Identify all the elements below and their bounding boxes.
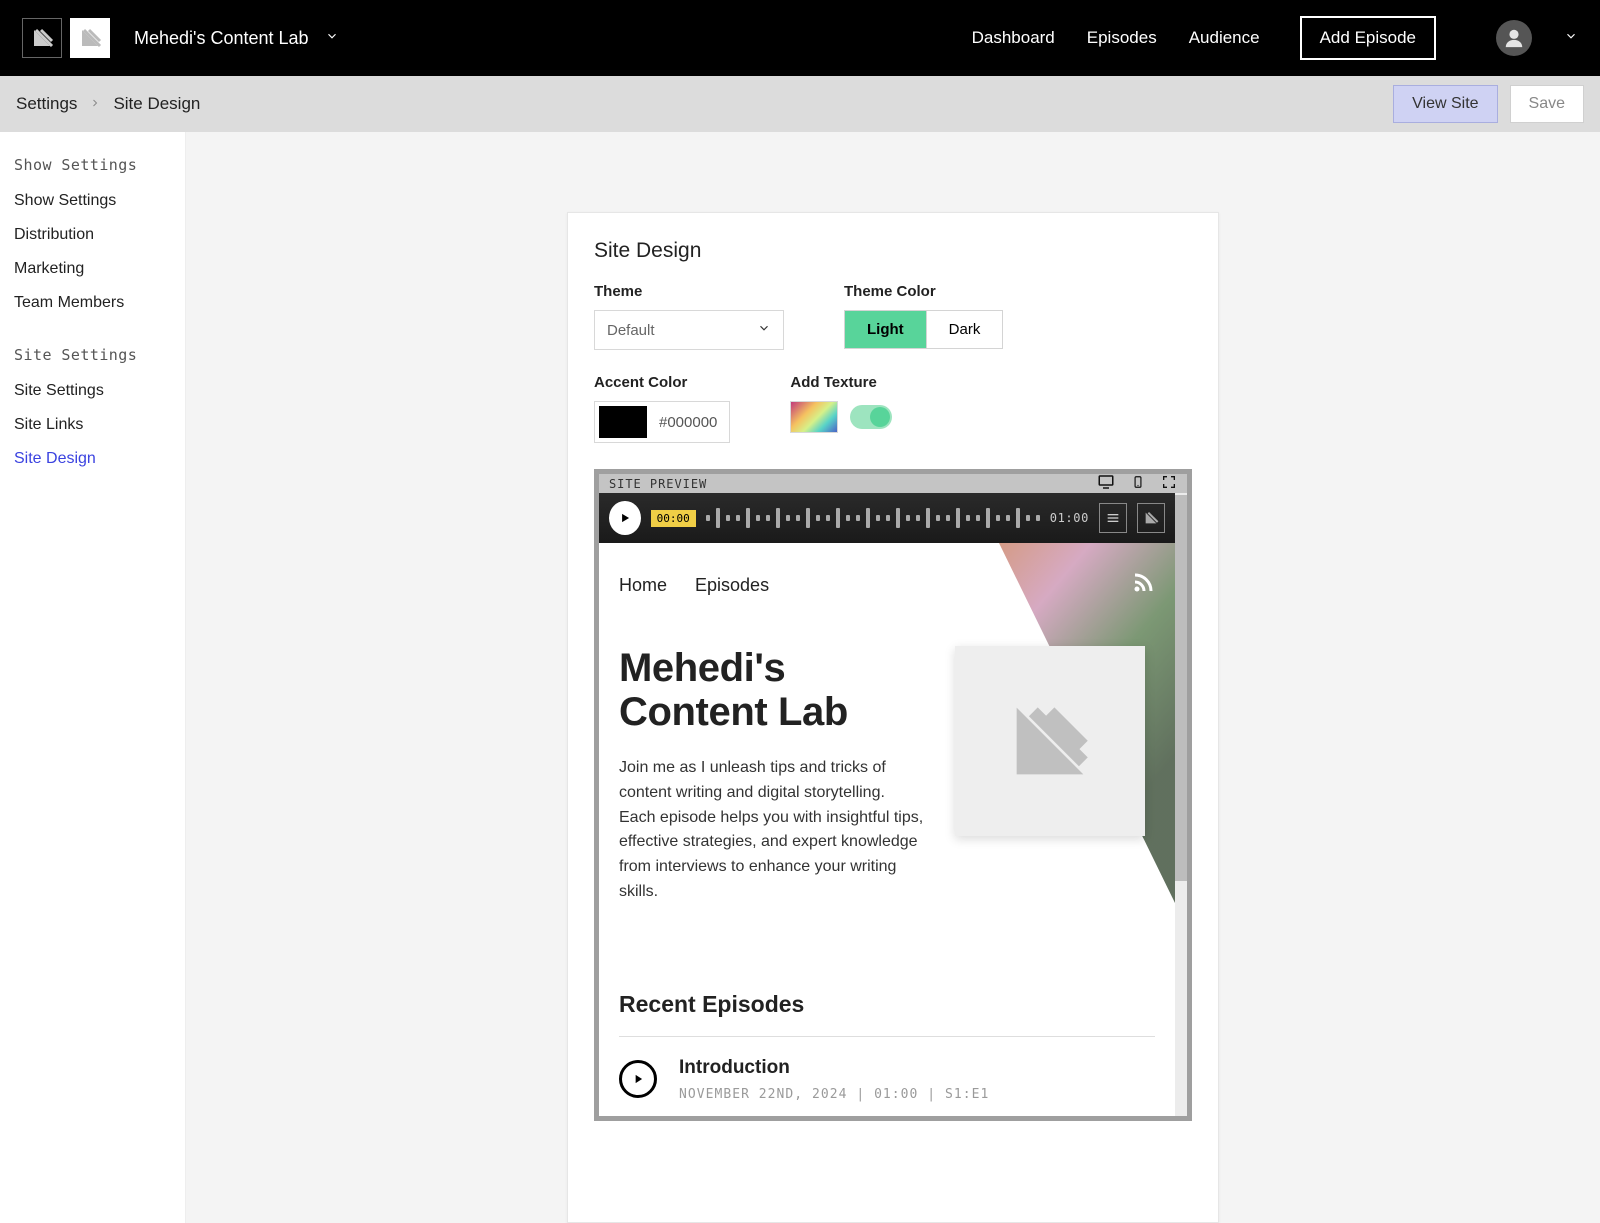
desktop-icon[interactable] [1097,473,1115,494]
sidebar-item-distribution[interactable]: Distribution [14,218,171,252]
sidebar-section-show: Show Settings [14,156,171,174]
theme-color-toggle: Light Dark [844,310,1003,349]
theme-label: Theme [594,283,784,300]
chevron-right-icon [89,94,101,114]
waveform[interactable] [706,506,1040,530]
episode-play-icon[interactable] [619,1060,657,1098]
player-duration: 01:00 [1050,511,1089,525]
play-button[interactable] [609,501,641,535]
preview-nav-home[interactable]: Home [619,575,667,596]
fullscreen-icon[interactable] [1161,474,1177,493]
preview-header: SITE PREVIEW [599,469,1187,493]
site-title: Mehedi's Content Lab [134,28,309,49]
preview-label: SITE PREVIEW [609,477,707,491]
add-episode-button[interactable]: Add Episode [1300,16,1436,60]
logo-icon[interactable] [22,18,62,58]
episode-row[interactable]: Introduction NOVEMBER 22ND, 2024 | 01:00… [619,1036,1155,1116]
save-button[interactable]: Save [1510,85,1584,123]
playlist-menu-icon[interactable] [1099,503,1127,533]
preview-body: 00:00 01:00 [599,493,1187,1116]
breadcrumb-parent[interactable]: Settings [16,94,77,114]
breadcrumb-current: Site Design [113,94,200,114]
player-current-time: 00:00 [651,510,696,527]
sidebar-item-marketing[interactable]: Marketing [14,252,171,286]
site-design-card: Site Design Theme Default Theme Color Li… [567,212,1219,1223]
preview-hero-description: Join me as I unleash tips and tricks of … [619,756,925,905]
nav-audience[interactable]: Audience [1189,28,1260,48]
view-site-button[interactable]: View Site [1393,85,1497,123]
chevron-down-icon [757,321,771,339]
preview-artwork [955,646,1145,836]
theme-color-dark[interactable]: Dark [927,311,1003,348]
theme-select[interactable]: Default [594,310,784,350]
top-nav: Dashboard Episodes Audience Add Episode [972,16,1578,60]
audio-player-bar: 00:00 01:00 [599,493,1175,543]
texture-toggle[interactable] [850,405,892,429]
sidebar-item-team-members[interactable]: Team Members [14,286,171,320]
rss-icon[interactable] [1131,571,1155,600]
sidebar-item-show-settings[interactable]: Show Settings [14,184,171,218]
nav-dashboard[interactable]: Dashboard [972,28,1055,48]
mobile-icon[interactable] [1131,473,1145,494]
sidebar: Show Settings Show Settings Distribution… [0,132,186,1223]
episode-title: Introduction [679,1057,989,1079]
sidebar-item-site-settings[interactable]: Site Settings [14,374,171,408]
theme-color-light[interactable]: Light [845,311,927,348]
nav-episodes[interactable]: Episodes [1087,28,1157,48]
theme-value: Default [607,322,655,339]
preview-site-nav: Home Episodes [599,543,1175,610]
texture-label: Add Texture [790,374,892,391]
preview-scrollbar[interactable] [1175,493,1187,1116]
chevron-down-icon[interactable] [1564,28,1578,48]
theme-color-label: Theme Color [844,283,1003,300]
card-title: Site Design [594,239,1192,263]
preview-nav-episodes[interactable]: Episodes [695,575,769,596]
accent-color-picker[interactable]: #000000 [594,401,730,443]
color-hex: #000000 [659,414,725,431]
top-bar: Mehedi's Content Lab Dashboard Episodes … [0,0,1600,76]
avatar[interactable] [1496,20,1532,56]
episode-meta: NOVEMBER 22ND, 2024 | 01:00 | S1:E1 [679,1087,989,1102]
chevron-down-icon[interactable] [325,29,339,48]
sidebar-section-site: Site Settings [14,346,171,364]
sidebar-item-site-links[interactable]: Site Links [14,408,171,442]
brand-icon [1137,503,1165,533]
breadcrumb-bar: Settings Site Design View Site Save [0,76,1600,132]
color-swatch [599,406,647,438]
sidebar-item-site-design[interactable]: Site Design [14,442,171,476]
accent-color-label: Accent Color [594,374,730,391]
preview-hero-title: Mehedi's Content Lab [619,646,925,734]
recent-episodes-title: Recent Episodes [619,991,1155,1018]
texture-thumbnail[interactable] [790,401,838,433]
site-preview-frame: SITE PREVIEW [594,469,1192,1121]
podcast-artwork-icon[interactable] [70,18,110,58]
